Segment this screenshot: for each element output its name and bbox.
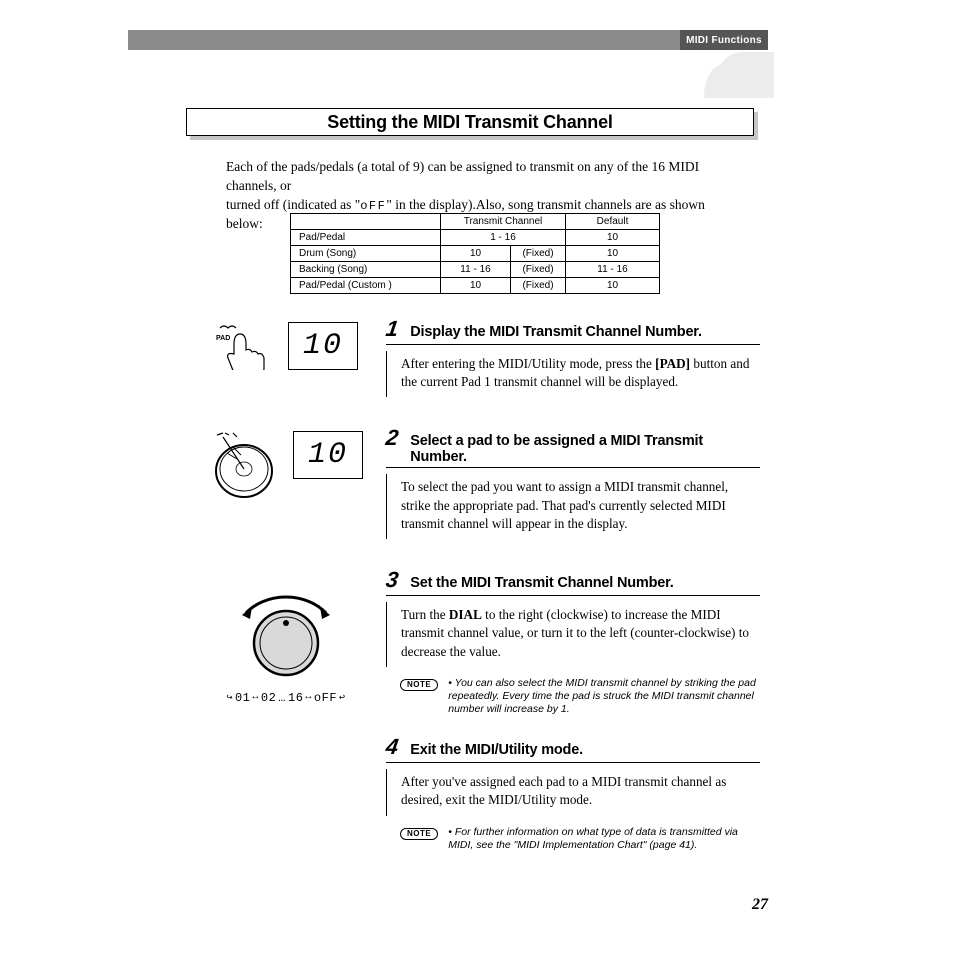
svg-text:PAD: PAD	[216, 335, 230, 342]
section-title-text: Setting the MIDI Transmit Channel	[327, 112, 612, 133]
table-header-blank	[291, 214, 441, 230]
note-text: You can also select the MIDI transmit ch…	[448, 677, 760, 716]
step-title: Set the MIDI Transmit Channel Number.	[410, 575, 673, 591]
header-tab-label: MIDI Functions	[686, 35, 762, 46]
row-name: Drum (Song)	[291, 246, 441, 262]
intro-line1: Each of the pads/pedals (a total of 9) c…	[226, 159, 699, 193]
note-badge: NOTE	[400, 828, 438, 840]
note-badge: NOTE	[400, 679, 438, 691]
table-row: Pad/Pedal (Custom ) 10 (Fixed) 10	[291, 278, 660, 294]
step-body: Turn the DIAL to the right (clockwise) t…	[386, 602, 760, 667]
channel-table: Transmit Channel Default Pad/Pedal 1 - 1…	[290, 213, 660, 294]
tap-pad-icon: PAD	[214, 322, 274, 370]
row-tc: 11 - 16	[441, 262, 511, 278]
header-decoration	[704, 42, 774, 98]
intro-line2a: turned off (indicated as "	[226, 197, 360, 212]
row-fixed: (Fixed)	[511, 278, 566, 294]
step-number: 2	[384, 425, 400, 451]
row-tc: 10	[441, 246, 511, 262]
row-default: 10	[566, 278, 660, 294]
table-header-default: Default	[566, 214, 660, 230]
row-default: 11 - 16	[566, 262, 660, 278]
row-tc: 1 - 16	[441, 230, 566, 246]
step-title: Exit the MIDI/Utility mode.	[410, 742, 583, 758]
step-title: Display the MIDI Transmit Channel Number…	[410, 324, 702, 340]
row-name: Pad/Pedal (Custom )	[291, 278, 441, 294]
step-number: 4	[384, 734, 400, 760]
row-fixed: (Fixed)	[511, 246, 566, 262]
header-tab: MIDI Functions	[680, 30, 768, 50]
table-header-tc: Transmit Channel	[441, 214, 566, 230]
row-name: Backing (Song)	[291, 262, 441, 278]
dial-value-range: ↪ 01 ↔ 02 … 16 ↔ oFF ↩	[226, 691, 345, 705]
row-name: Pad/Pedal	[291, 230, 441, 246]
lcd-display: 10	[288, 322, 358, 370]
lcd-value: 10	[303, 329, 343, 363]
step-body: After entering the MIDI/Utility mode, pr…	[386, 351, 760, 397]
step-body: To select the pad you want to assign a M…	[386, 474, 760, 539]
page-number: 27	[752, 896, 768, 914]
step-number: 1	[384, 316, 400, 342]
note-text: For further information on what type of …	[448, 826, 760, 852]
row-fixed: (Fixed)	[511, 262, 566, 278]
step-body: After you've assigned each pad to a MIDI…	[386, 769, 760, 815]
lcd-display: 10	[293, 431, 363, 479]
step-number: 3	[384, 567, 400, 593]
row-tc: 10	[441, 278, 511, 294]
header-bar	[128, 30, 768, 50]
section-title: Setting the MIDI Transmit Channel	[186, 108, 758, 136]
step-title: Select a pad to be assigned a MIDI Trans…	[410, 433, 760, 465]
table-header-row: Transmit Channel Default	[291, 214, 660, 230]
table-row: Pad/Pedal 1 - 16 10	[291, 230, 660, 246]
dial-icon	[226, 583, 346, 683]
drum-pad-icon	[209, 431, 279, 501]
row-default: 10	[566, 246, 660, 262]
off-token: oFF	[360, 199, 386, 213]
row-default: 10	[566, 230, 660, 246]
table-row: Backing (Song) 11 - 16 (Fixed) 11 - 16	[291, 262, 660, 278]
lcd-value: 10	[308, 438, 348, 472]
table-row: Drum (Song) 10 (Fixed) 10	[291, 246, 660, 262]
